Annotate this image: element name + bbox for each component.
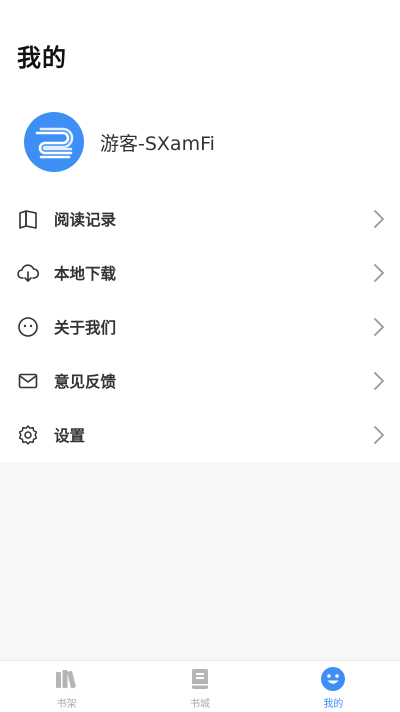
swirl-logo-icon [35,127,74,159]
username: 游客-SXamFi [100,132,215,155]
menu-item-label: 本地下载 [54,265,117,283]
tab-bookstore[interactable]: 书城 [133,661,266,712]
menu-item-settings[interactable]: 设置 [0,408,400,462]
chevron-right-icon [372,316,386,338]
avatar[interactable] [24,112,84,172]
menu-item-label: 意见反馈 [54,373,117,391]
menu-item-feedback[interactable]: 意见反馈 [0,354,400,408]
bookstore-icon [187,666,213,692]
bottom-tab-bar: 书架 书城 我的 [0,660,400,712]
menu-item-label: 阅读记录 [54,211,117,229]
chevron-right-icon [372,424,386,446]
chevron-right-icon [372,208,386,230]
menu-item-about-us[interactable]: 关于我们 [0,300,400,354]
chevron-right-icon [372,262,386,284]
gear-icon [17,424,39,446]
book-icon [17,208,39,230]
menu-item-reading-history[interactable]: 阅读记录 [0,192,400,246]
tab-label: 书城 [189,699,210,710]
menu-list: 阅读记录 本地下载 关于我们 意见反馈 设置 [0,192,400,462]
page-title: 我的 [17,44,67,72]
cloud-download-icon [17,262,39,284]
mail-icon [17,370,39,392]
smiley-icon [17,316,39,338]
bookshelf-icon [54,666,80,692]
smiley-face-icon [320,666,346,692]
profile-section[interactable]: 游客-SXamFi [24,112,384,172]
tab-label: 书架 [56,699,77,710]
tab-label: 我的 [323,699,344,710]
menu-item-label: 关于我们 [54,319,117,337]
menu-item-label: 设置 [54,427,86,445]
chevron-right-icon [372,370,386,392]
tab-mine[interactable]: 我的 [267,661,400,712]
tab-bookshelf[interactable]: 书架 [0,661,133,712]
content-area: 我的 游客-SXamFi 阅读记录 本地下载 关于我们 意见反馈 设置 [0,0,400,462]
menu-item-local-download[interactable]: 本地下载 [0,246,400,300]
